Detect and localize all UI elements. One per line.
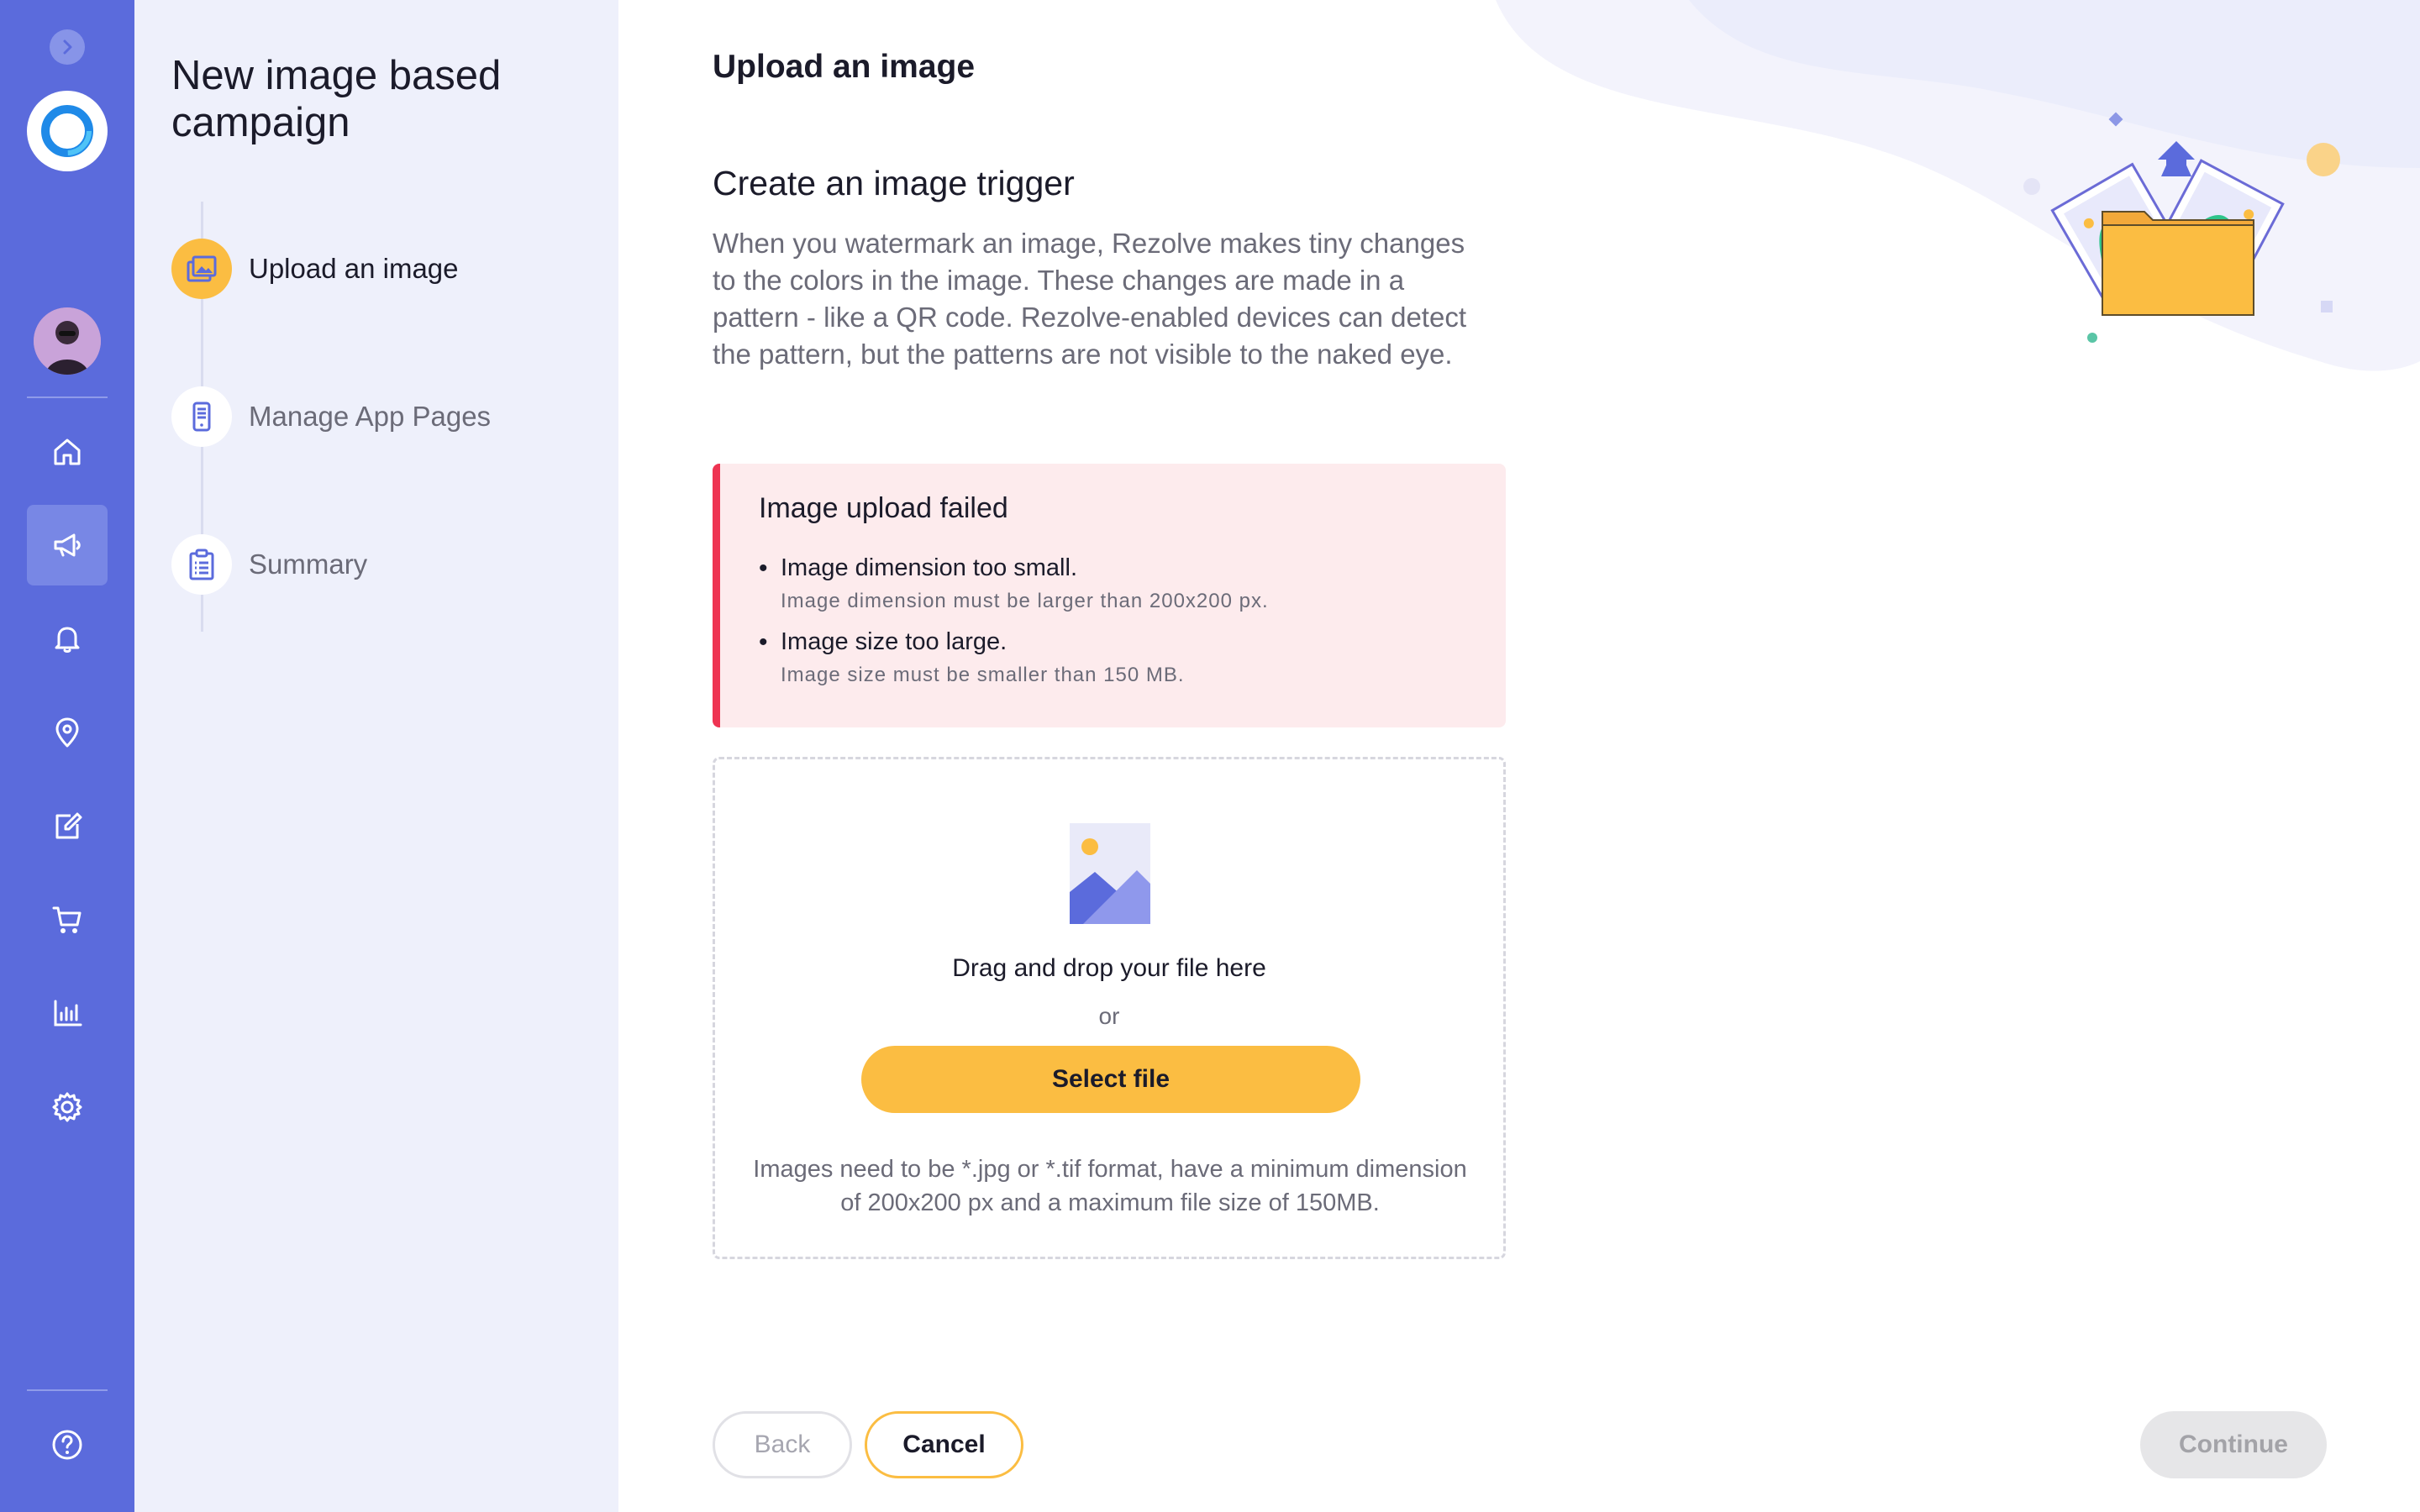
step-upload-image[interactable]: Upload an image bbox=[171, 239, 459, 299]
select-file-button[interactable]: Select file bbox=[861, 1046, 1360, 1113]
logo-ring-icon bbox=[41, 105, 93, 157]
back-button[interactable]: Back bbox=[713, 1411, 852, 1478]
step-connector bbox=[201, 595, 203, 632]
step-label: Manage App Pages bbox=[249, 401, 492, 432]
rail-divider bbox=[27, 1389, 108, 1391]
drag-drop-text: Drag and drop your file here bbox=[952, 954, 1266, 982]
image-placeholder-icon bbox=[1070, 823, 1150, 924]
file-requirements-hint: Images need to be *.jpg or *.tif format,… bbox=[753, 1156, 1467, 1216]
gear-icon bbox=[52, 1092, 82, 1122]
page-title: Upload an image bbox=[713, 49, 976, 85]
nav-help[interactable] bbox=[27, 1404, 108, 1485]
step-connector bbox=[201, 299, 203, 386]
error-item-main: Image dimension too small. bbox=[781, 554, 1077, 581]
location-pin-icon bbox=[55, 717, 79, 748]
error-item-main: Image size too large. bbox=[781, 628, 1007, 655]
nav-locations[interactable] bbox=[27, 692, 108, 773]
nav-commerce[interactable] bbox=[27, 879, 108, 960]
step-label: Summary bbox=[249, 549, 368, 580]
app-logo[interactable] bbox=[27, 91, 108, 171]
continue-button[interactable]: Continue bbox=[2140, 1411, 2327, 1478]
step-connector bbox=[201, 447, 203, 534]
nav-analytics[interactable] bbox=[27, 973, 108, 1053]
images-icon bbox=[187, 255, 217, 282]
user-avatar[interactable] bbox=[34, 307, 101, 375]
nav-home[interactable] bbox=[27, 412, 108, 492]
steps-panel: New image based campaign Upload an image… bbox=[134, 0, 618, 1512]
step-circle bbox=[171, 239, 232, 299]
step-circle bbox=[171, 386, 232, 447]
step-circle bbox=[171, 534, 232, 595]
avatar-icon bbox=[34, 307, 101, 375]
step-label: Upload an image bbox=[249, 253, 459, 284]
nav-settings[interactable] bbox=[27, 1067, 108, 1147]
expand-sidebar-button[interactable] bbox=[50, 29, 85, 65]
background-wave-illustration bbox=[1496, 0, 2420, 371]
nav-notifications[interactable] bbox=[27, 598, 108, 679]
step-connector bbox=[201, 202, 203, 239]
rail-divider bbox=[27, 396, 108, 398]
clipboard-icon bbox=[189, 549, 214, 580]
cart-icon bbox=[52, 906, 82, 933]
file-dropzone[interactable]: Drag and drop your file here or Select f… bbox=[713, 757, 1506, 1259]
megaphone-icon bbox=[54, 533, 81, 557]
step-manage-app-pages[interactable]: Manage App Pages bbox=[171, 386, 491, 447]
bar-chart-icon bbox=[54, 1000, 82, 1026]
phone-icon bbox=[192, 402, 211, 432]
nav-content[interactable] bbox=[27, 785, 108, 866]
error-title: Image upload failed bbox=[759, 492, 1008, 524]
cancel-button[interactable]: Cancel bbox=[865, 1411, 1023, 1478]
bell-icon bbox=[55, 627, 80, 653]
or-text: or bbox=[1098, 1003, 1120, 1029]
section-title: Create an image trigger bbox=[713, 164, 1075, 202]
nav-campaigns[interactable] bbox=[27, 505, 108, 585]
bullet: • bbox=[759, 554, 768, 582]
help-icon bbox=[52, 1430, 82, 1460]
edit-icon bbox=[55, 812, 82, 839]
home-icon bbox=[54, 438, 81, 465]
section-description: When you watermark an image, Rezolve mak… bbox=[713, 228, 1466, 370]
chevron-right-icon bbox=[63, 39, 72, 55]
error-item-detail: Image dimension must be larger than 200x… bbox=[781, 590, 1269, 612]
error-item-detail: Image size must be smaller than 150 MB. bbox=[781, 664, 1185, 686]
bullet: • bbox=[759, 628, 768, 656]
nav-rail bbox=[0, 0, 134, 1512]
campaign-title: New image based campaign bbox=[171, 53, 502, 145]
upload-error-alert: Image upload failed • Image dimension to… bbox=[713, 464, 1506, 727]
step-summary[interactable]: Summary bbox=[171, 534, 367, 595]
